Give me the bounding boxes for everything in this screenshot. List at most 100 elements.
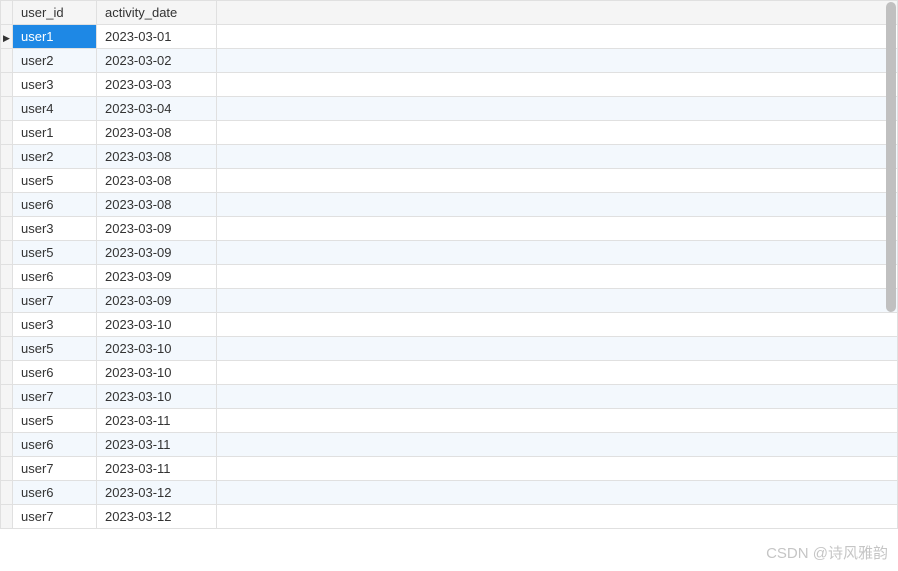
cell-activity-date[interactable]: 2023-03-10 (97, 337, 217, 361)
cell-empty (217, 217, 898, 241)
cell-user-id[interactable]: user6 (13, 361, 97, 385)
cell-empty (217, 337, 898, 361)
row-marker (1, 193, 13, 217)
cell-empty (217, 97, 898, 121)
cell-activity-date[interactable]: 2023-03-11 (97, 433, 217, 457)
table-row[interactable]: user12023-03-08 (1, 121, 898, 145)
cell-user-id[interactable]: user6 (13, 433, 97, 457)
cell-user-id[interactable]: user5 (13, 169, 97, 193)
data-grid[interactable]: user_id activity_date ▶user12023-03-01us… (0, 0, 898, 571)
table-row[interactable]: user52023-03-11 (1, 409, 898, 433)
cell-empty (217, 193, 898, 217)
column-header-activity-date[interactable]: activity_date (97, 1, 217, 25)
cell-empty (217, 433, 898, 457)
cell-activity-date[interactable]: 2023-03-08 (97, 193, 217, 217)
table-row[interactable]: user32023-03-03 (1, 73, 898, 97)
column-header-empty (217, 1, 898, 25)
cell-activity-date[interactable]: 2023-03-08 (97, 145, 217, 169)
cell-activity-date[interactable]: 2023-03-03 (97, 73, 217, 97)
cell-activity-date[interactable]: 2023-03-08 (97, 121, 217, 145)
table-row[interactable]: user52023-03-09 (1, 241, 898, 265)
table-row[interactable]: user72023-03-11 (1, 457, 898, 481)
table-row[interactable]: user32023-03-10 (1, 313, 898, 337)
cell-empty (217, 505, 898, 529)
cell-user-id[interactable]: user1 (13, 25, 97, 49)
result-table: user_id activity_date ▶user12023-03-01us… (0, 0, 898, 529)
cell-user-id[interactable]: user2 (13, 145, 97, 169)
table-row[interactable]: user72023-03-12 (1, 505, 898, 529)
cell-activity-date[interactable]: 2023-03-10 (97, 313, 217, 337)
table-row[interactable]: user62023-03-09 (1, 265, 898, 289)
cell-user-id[interactable]: user4 (13, 97, 97, 121)
vertical-scrollbar[interactable] (886, 2, 896, 312)
table-row[interactable]: user32023-03-09 (1, 217, 898, 241)
cell-empty (217, 145, 898, 169)
row-marker (1, 169, 13, 193)
row-marker (1, 361, 13, 385)
cell-activity-date[interactable]: 2023-03-10 (97, 361, 217, 385)
table-row[interactable]: ▶user12023-03-01 (1, 25, 898, 49)
cell-activity-date[interactable]: 2023-03-10 (97, 385, 217, 409)
cell-activity-date[interactable]: 2023-03-09 (97, 217, 217, 241)
table-row[interactable]: user22023-03-02 (1, 49, 898, 73)
table-row[interactable]: user62023-03-10 (1, 361, 898, 385)
cell-empty (217, 121, 898, 145)
cell-empty (217, 457, 898, 481)
table-row[interactable]: user62023-03-12 (1, 481, 898, 505)
cell-activity-date[interactable]: 2023-03-11 (97, 457, 217, 481)
cell-user-id[interactable]: user2 (13, 49, 97, 73)
column-header-user-id[interactable]: user_id (13, 1, 97, 25)
table-row[interactable]: user62023-03-08 (1, 193, 898, 217)
cell-user-id[interactable]: user7 (13, 385, 97, 409)
table-row[interactable]: user52023-03-10 (1, 337, 898, 361)
cell-user-id[interactable]: user6 (13, 481, 97, 505)
row-marker (1, 457, 13, 481)
cell-empty (217, 265, 898, 289)
cell-activity-date[interactable]: 2023-03-12 (97, 505, 217, 529)
cell-user-id[interactable]: user1 (13, 121, 97, 145)
cell-activity-date[interactable]: 2023-03-02 (97, 49, 217, 73)
table-row[interactable]: user62023-03-11 (1, 433, 898, 457)
cell-user-id[interactable]: user3 (13, 217, 97, 241)
cell-activity-date[interactable]: 2023-03-04 (97, 97, 217, 121)
row-marker: ▶ (1, 25, 13, 49)
cell-user-id[interactable]: user6 (13, 193, 97, 217)
cell-activity-date[interactable]: 2023-03-01 (97, 25, 217, 49)
table-body: ▶user12023-03-01user22023-03-02user32023… (1, 25, 898, 529)
cell-user-id[interactable]: user3 (13, 313, 97, 337)
cell-user-id[interactable]: user7 (13, 505, 97, 529)
current-row-indicator-icon: ▶ (3, 33, 10, 43)
cell-activity-date[interactable]: 2023-03-09 (97, 265, 217, 289)
row-marker (1, 385, 13, 409)
cell-user-id[interactable]: user5 (13, 337, 97, 361)
row-marker (1, 121, 13, 145)
cell-user-id[interactable]: user5 (13, 409, 97, 433)
row-marker (1, 481, 13, 505)
cell-user-id[interactable]: user5 (13, 241, 97, 265)
row-marker (1, 73, 13, 97)
cell-activity-date[interactable]: 2023-03-08 (97, 169, 217, 193)
row-marker (1, 217, 13, 241)
table-row[interactable]: user42023-03-04 (1, 97, 898, 121)
row-marker (1, 265, 13, 289)
row-marker (1, 49, 13, 73)
cell-activity-date[interactable]: 2023-03-12 (97, 481, 217, 505)
cell-user-id[interactable]: user6 (13, 265, 97, 289)
table-row[interactable]: user72023-03-09 (1, 289, 898, 313)
table-row[interactable]: user52023-03-08 (1, 169, 898, 193)
row-marker-header (1, 1, 13, 25)
cell-activity-date[interactable]: 2023-03-09 (97, 241, 217, 265)
cell-empty (217, 289, 898, 313)
cell-empty (217, 241, 898, 265)
cell-activity-date[interactable]: 2023-03-11 (97, 409, 217, 433)
cell-user-id[interactable]: user7 (13, 457, 97, 481)
cell-user-id[interactable]: user3 (13, 73, 97, 97)
cell-user-id[interactable]: user7 (13, 289, 97, 313)
row-marker (1, 289, 13, 313)
cell-empty (217, 385, 898, 409)
row-marker (1, 97, 13, 121)
cell-activity-date[interactable]: 2023-03-09 (97, 289, 217, 313)
row-marker (1, 145, 13, 169)
table-row[interactable]: user22023-03-08 (1, 145, 898, 169)
table-row[interactable]: user72023-03-10 (1, 385, 898, 409)
